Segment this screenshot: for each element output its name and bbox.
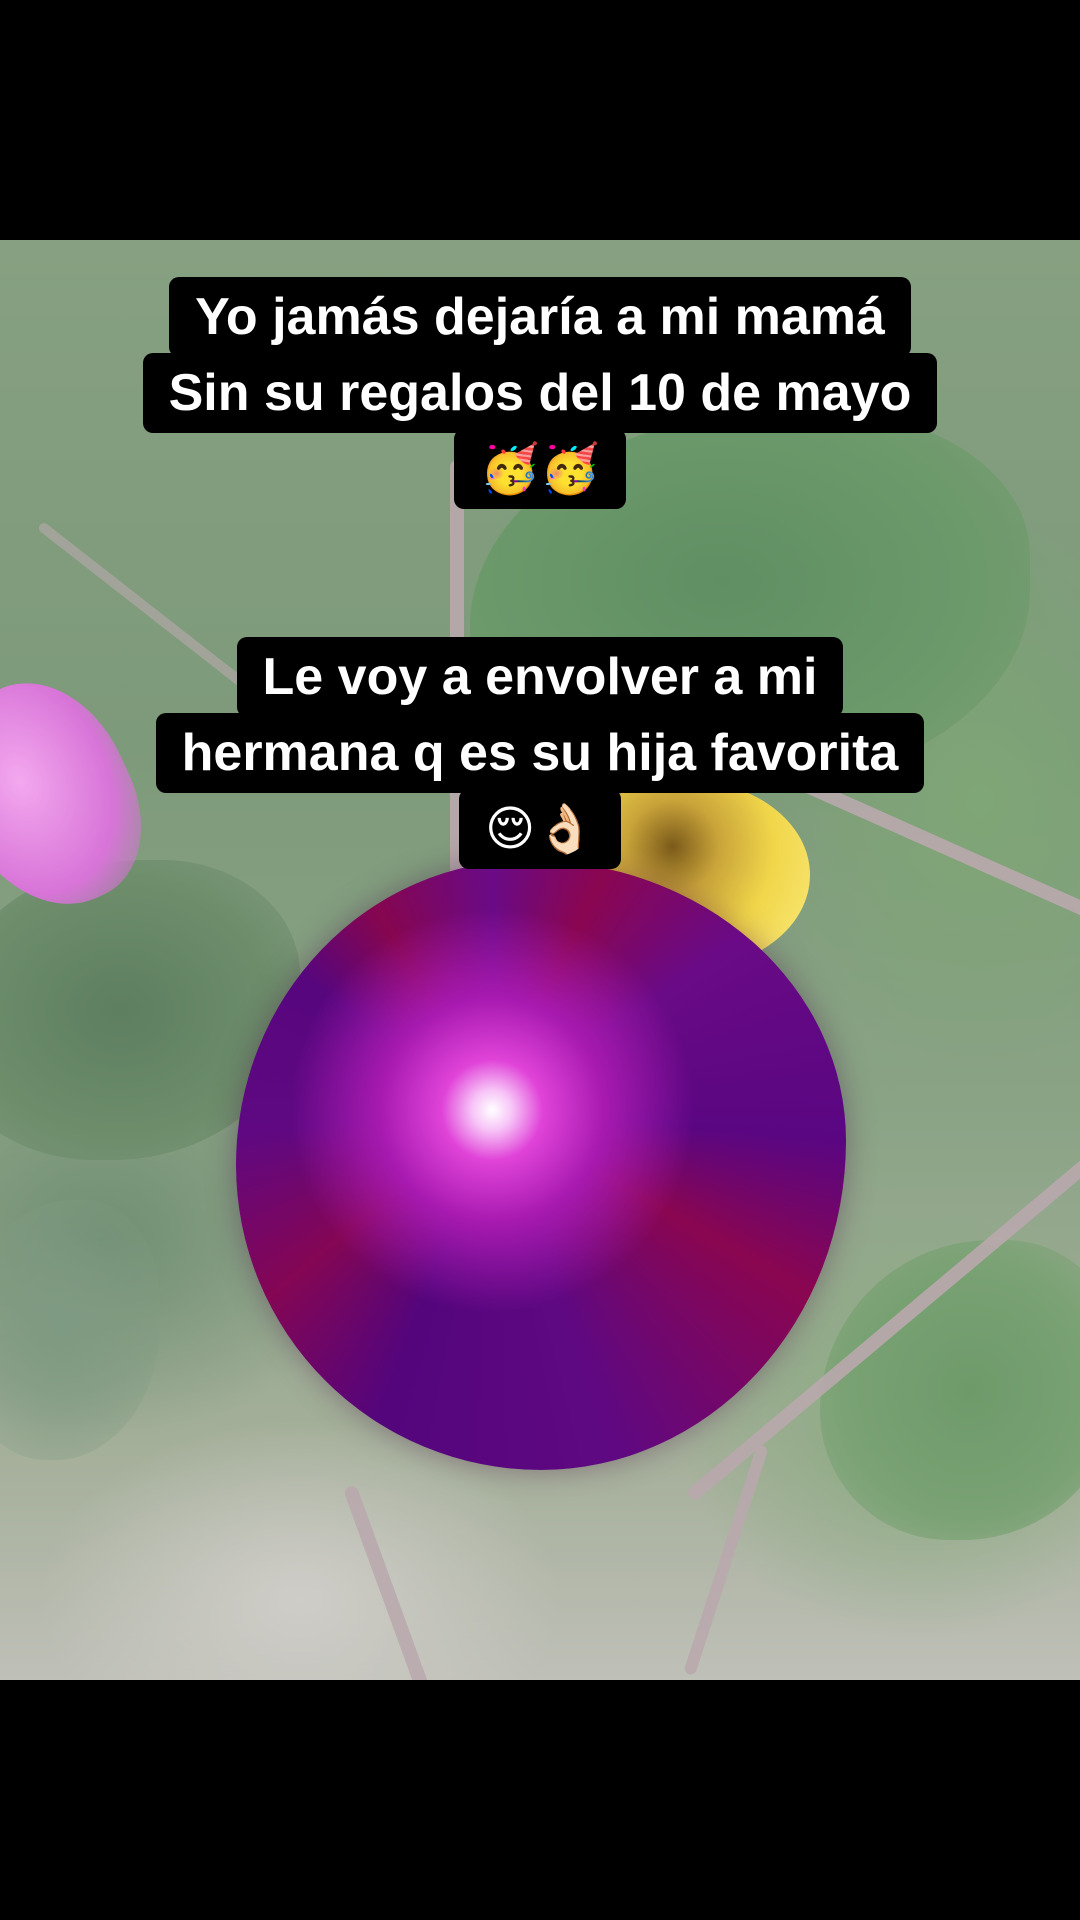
relieved-ok-emoji: 😌👌🏻 xyxy=(459,789,621,869)
party-face-emoji: 🥳🥳 xyxy=(454,429,626,509)
vine xyxy=(683,1444,769,1676)
leaf-bottom-left xyxy=(0,1200,160,1460)
caption-line: Sin su regalos del 10 de mayo xyxy=(142,353,938,433)
video-frame: Yo jamás dejaría a mi mamá Sin su regalo… xyxy=(0,0,1080,1920)
caption-line: hermana q es su hija favorita xyxy=(155,713,925,793)
purple-morning-glory xyxy=(236,860,846,1470)
caption-middle: Le voy a envolver a mi hermana q es su h… xyxy=(0,637,1080,869)
caption-line: Le voy a envolver a mi xyxy=(236,637,844,717)
vine xyxy=(342,1484,432,1680)
caption-top: Yo jamás dejaría a mi mamá Sin su regalo… xyxy=(0,277,1080,509)
caption-line: Yo jamás dejaría a mi mamá xyxy=(169,277,911,357)
